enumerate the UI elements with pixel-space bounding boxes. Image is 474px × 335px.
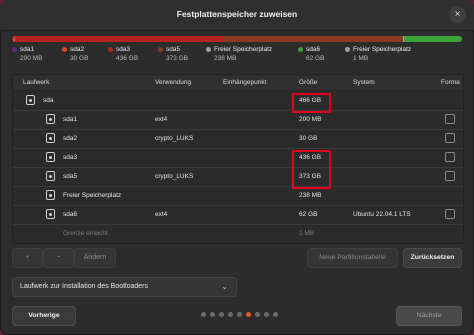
table-row[interactable]: sda5 crypto_LUKS 373 GB <box>13 167 463 187</box>
legend-size: 1 MB <box>353 55 369 62</box>
table-row[interactable]: sda 466 GB <box>13 91 463 111</box>
cell-device: sda5 <box>63 173 78 180</box>
page-dot <box>201 312 206 317</box>
format-checkbox[interactable] <box>445 114 455 124</box>
legend-size: 200 MB <box>20 55 43 62</box>
legend-color-dot <box>108 47 113 52</box>
legend-size: 373 GB <box>166 55 189 62</box>
header-mount[interactable]: Einhängepunkt <box>223 79 266 86</box>
cell-usage: ext4 <box>155 211 168 218</box>
partition-icon <box>46 209 55 219</box>
legend-color-dot <box>345 47 350 52</box>
legend-color-dot <box>62 47 67 52</box>
header-device[interactable]: Laufwerk <box>23 79 49 86</box>
add-partition-button[interactable]: + <box>12 248 43 268</box>
highlight-box-sda3-sda5-size <box>292 150 331 189</box>
reset-button[interactable]: Zurücksetzen <box>403 248 462 268</box>
legend-name: sda2 <box>70 46 85 53</box>
page-dot <box>210 312 215 317</box>
legend-name: Freier Speicherplatz <box>214 46 273 53</box>
table-row[interactable]: Grenze erreicht 1 MB <box>13 224 463 243</box>
previous-button[interactable]: Vorherige <box>12 306 76 326</box>
header-usage[interactable]: Verwendung <box>155 79 191 86</box>
partition-table: Laufwerk Verwendung Einhängepunkt Größe … <box>12 74 464 244</box>
page-dot <box>264 312 269 317</box>
page-dot <box>219 312 224 317</box>
window-title: Festplattenspeicher zuweisen <box>176 9 298 19</box>
page-dot <box>246 312 251 317</box>
page-dot <box>273 312 278 317</box>
format-checkbox[interactable] <box>445 171 455 181</box>
legend-name: sda5 <box>166 46 181 53</box>
table-row[interactable]: sda3 436 GB <box>13 148 463 168</box>
table-header: Laufwerk Verwendung Einhängepunkt Größe … <box>13 75 463 91</box>
cell-device: sda3 <box>63 154 78 161</box>
legend-size: 62 GB <box>306 55 325 62</box>
highlight-box-sda-size <box>292 93 331 113</box>
cell-device: sda <box>43 97 54 104</box>
cell-size: 30 GB <box>299 135 318 142</box>
page-dot <box>255 312 260 317</box>
legend-color-dot <box>158 47 163 52</box>
remove-partition-button[interactable]: − <box>43 248 74 268</box>
format-checkbox[interactable] <box>445 152 455 162</box>
cell-size: 238 MB <box>299 192 322 199</box>
next-button[interactable]: Nächste <box>396 306 462 326</box>
cell-device: sda6 <box>63 211 78 218</box>
legend-name: sda3 <box>116 46 131 53</box>
legend-size: 30 GB <box>70 55 89 62</box>
disk-icon <box>26 95 35 105</box>
partition-icon <box>46 114 55 124</box>
new-partition-table-button[interactable]: Neue Partitionstabelle <box>307 248 398 268</box>
partition-icon <box>46 133 55 143</box>
cell-size: 200 MB <box>299 116 322 123</box>
close-button[interactable]: × <box>449 6 466 23</box>
legend-size: 436 GB <box>116 55 139 62</box>
partition-window: Festplattenspeicher zuweisen × sda1 200 M… <box>0 0 474 335</box>
header-system[interactable]: System <box>353 79 375 86</box>
legend-name: Freier Speicherplatz <box>353 46 412 53</box>
legend-color-dot <box>12 47 17 52</box>
legend-name: sda1 <box>20 46 35 53</box>
usage-segment-sda3 <box>14 36 224 42</box>
partition-icon <box>46 190 55 200</box>
table-row[interactable]: sda2 crypto_LUKS 30 GB <box>13 129 463 149</box>
usage-segment-sda6 <box>404 36 462 42</box>
cell-size: 62 GB <box>299 211 318 218</box>
usage-segment-sda5 <box>223 36 404 42</box>
page-dot <box>228 312 233 317</box>
cell-device: sda2 <box>63 135 78 142</box>
header-size[interactable]: Größe <box>299 79 317 86</box>
table-row[interactable]: sda1 ext4 200 MB <box>13 110 463 130</box>
partition-icon <box>46 171 55 181</box>
legend-name: sda6 <box>306 46 321 53</box>
format-checkbox[interactable] <box>445 209 455 219</box>
cell-usage: crypto_LUKS <box>155 135 194 142</box>
legend-size: 238 MB <box>214 55 237 62</box>
table-row[interactable]: Freier Speicherplatz 238 MB <box>13 186 463 206</box>
format-checkbox[interactable] <box>445 133 455 143</box>
cell-usage: ext4 <box>155 116 168 123</box>
cell-system: Ubuntu 22.04.1 LTS <box>353 211 411 218</box>
disk-usage-bar <box>12 36 462 42</box>
legend-color-dot <box>298 47 303 52</box>
cell-device: sda1 <box>63 116 78 123</box>
cell-size: 1 MB <box>299 230 315 237</box>
change-partition-button[interactable]: Ändern <box>74 248 116 268</box>
bootloader-label: Laufwerk zur Installation des Bootloader… <box>20 283 149 290</box>
bootloader-device-dropdown[interactable]: Laufwerk zur Installation des Bootloader… <box>12 277 237 297</box>
legend-color-dot <box>206 47 211 52</box>
cell-device: Freier Speicherplatz <box>63 192 122 199</box>
cell-usage: crypto_LUKS <box>155 173 194 180</box>
page-dot <box>237 312 242 317</box>
header-format[interactable]: Forma <box>441 79 460 86</box>
title-bar: Festplattenspeicher zuweisen × <box>0 0 474 31</box>
cell-device: Grenze erreicht <box>63 230 108 237</box>
chevron-down-icon: ⌄ <box>221 282 228 291</box>
table-row[interactable]: sda6 ext4 62 GB Ubuntu 22.04.1 LTS <box>13 205 463 225</box>
partition-icon <box>46 152 55 162</box>
